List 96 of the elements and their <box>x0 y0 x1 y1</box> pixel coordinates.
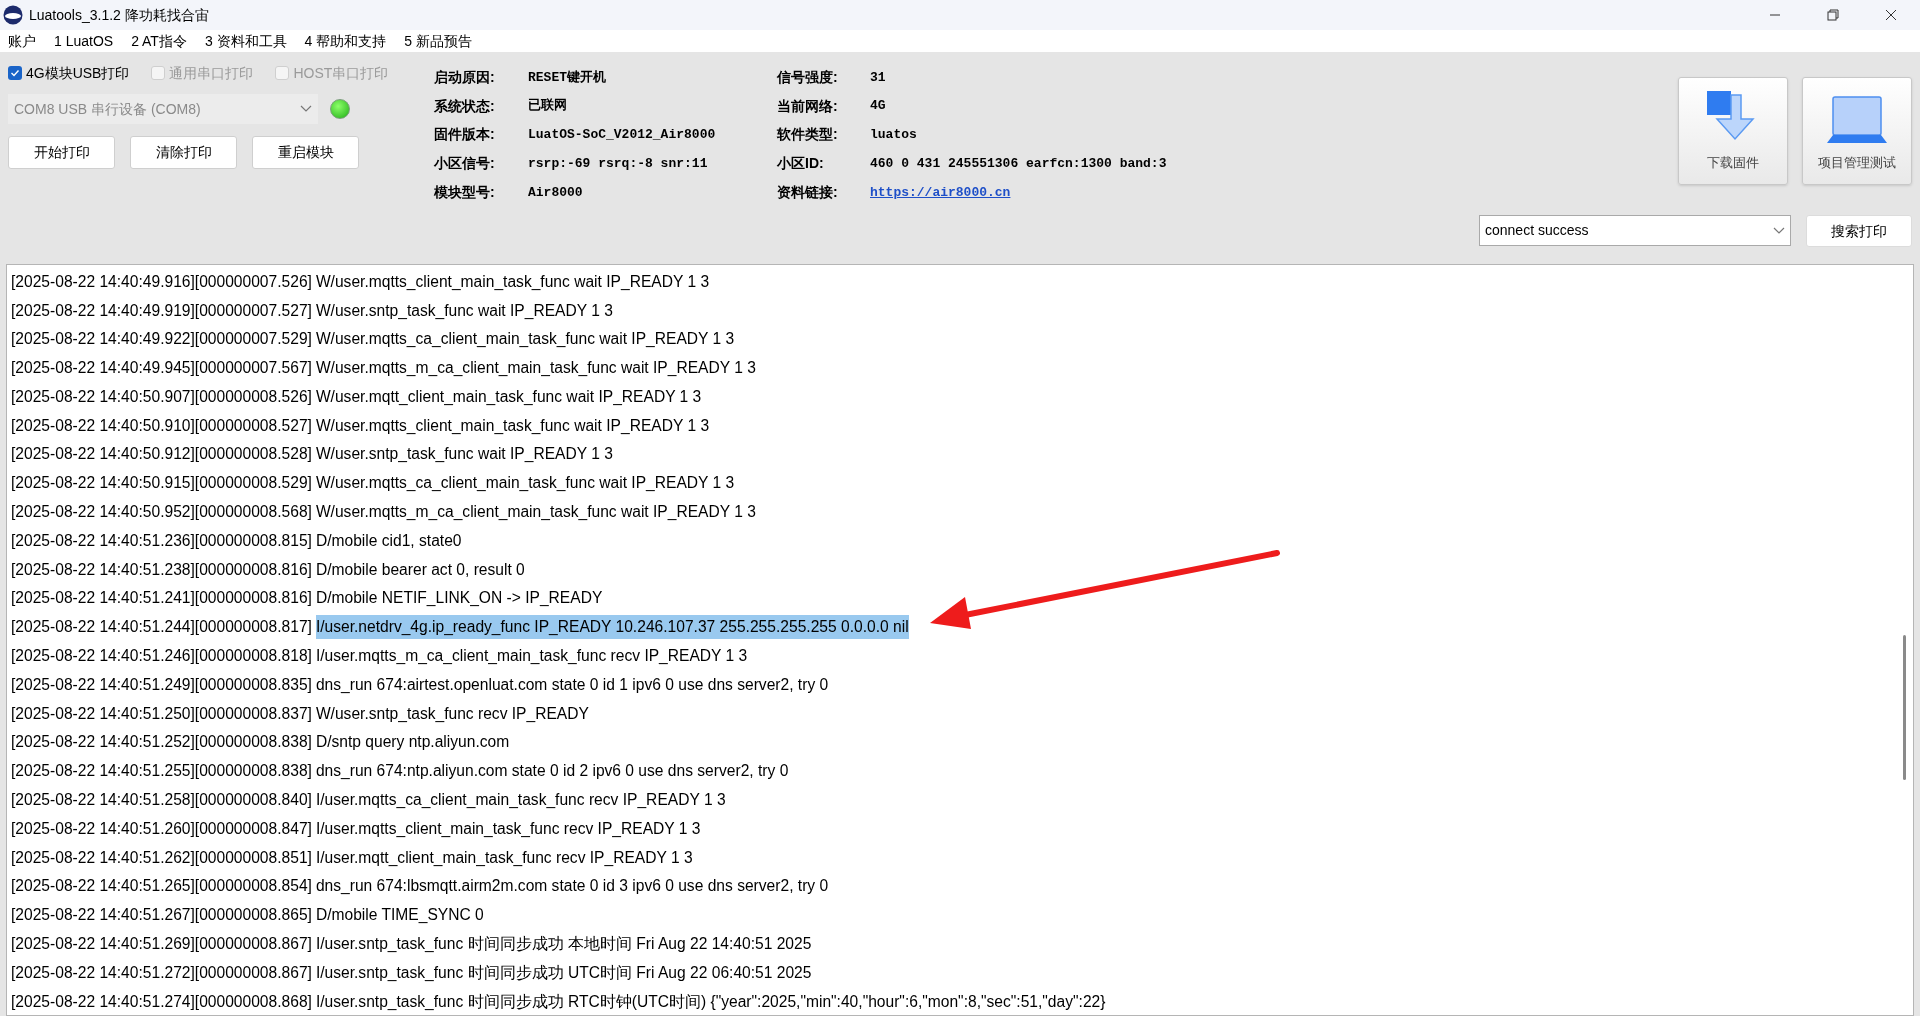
info-label: 信号强度: <box>777 67 839 87</box>
info-label: 资料链接: <box>777 183 839 203</box>
menu-item[interactable]: 2 AT指令 <box>131 30 187 52</box>
chevron-down-icon <box>1773 226 1785 235</box>
log-message[interactable]: W/user.mqtts_m_ca_client_main_task_func wait IP_READY 1 3 <box>315 500 756 524</box>
checkbox-label: 通用串口打印 <box>169 63 254 83</box>
info-value: Air8000 <box>528 183 583 202</box>
log-timestamp: [2025-08-22 14:40:51.249][000000008.835] <box>11 674 312 695</box>
log-message[interactable]: W/user.sntp_task_func wait IP_READY 1 3 <box>315 298 613 322</box>
log-message[interactable]: D/mobile TIME_SYNC 0 <box>315 903 484 927</box>
info-label: 系统状态: <box>434 96 496 116</box>
scrollbar-thumb[interactable] <box>1903 635 1906 780</box>
log-message[interactable]: dns_run 674:lbsmqtt.airm2m.com state 0 id 3 ipv6 0 use dns server2, try 0 <box>315 874 829 898</box>
info-label: 小区信号: <box>434 154 496 174</box>
info-label: 小区ID: <box>777 154 825 174</box>
log-message[interactable]: I/user.mqtts_m_ca_client_main_task_func recv IP_READY 1 3 <box>315 644 748 668</box>
log-timestamp: [2025-08-22 14:40:50.915][000000008.529] <box>11 473 312 494</box>
window-title: Luatools_3.1.2 降功耗找合宙 <box>29 5 209 25</box>
log-message[interactable]: D/mobile NETIF_LINK_ON -> IP_READY <box>315 586 603 610</box>
log-message[interactable]: I/user.sntp_task_func 时间同步成功 RTC时钟(UTC时间) {"year":2025,"min":40,"hour":6,"mon":8,"sec":51,"day":22} <box>315 989 1106 1013</box>
log-message[interactable]: D/mobile bearer act 0, result 0 <box>315 557 525 582</box>
menu-item[interactable]: 账户 <box>8 30 36 52</box>
log-message[interactable]: dns_run 674:ntp.aliyun.com state 0 id 2 ipv6 0 use dns server2, try 0 <box>315 759 789 783</box>
log-message[interactable]: I/user.mqtts_ca_client_main_task_func recv IP_READY 1 3 <box>315 788 726 812</box>
menu-item[interactable]: 1 LuatOS <box>54 30 114 52</box>
log-message[interactable]: W/user.mqtts_ca_client_main_task_func wait IP_READY 1 3 <box>315 327 735 351</box>
log-timestamp: [2025-08-22 14:40:51.262][000000008.851] <box>11 847 312 868</box>
info-value: 31 <box>870 68 886 87</box>
tile-button[interactable]: 项目管理测试 <box>1802 77 1912 185</box>
log-timestamp: [2025-08-22 14:40:49.945][000000007.567] <box>11 358 312 379</box>
log-message[interactable]: I/user.sntp_task_func 时间同步成功 UTC时间 Fri Aug 22 06:40:51 2025 <box>315 960 812 985</box>
log-message[interactable]: I/user.netdrv_4g.ip_ready_func IP_READY 10.246.107.37 255.255.255.255 0.0.0.0 nil <box>315 615 909 639</box>
info-value: 460 0 431 245551306 earfcn:1300 band:3 <box>870 155 1167 174</box>
laptop-icon <box>1825 94 1889 145</box>
log-message[interactable]: W/user.mqtts_client_main_task_func wait IP_READY 1 3 <box>315 269 710 294</box>
log-timestamp: [2025-08-22 14:40:51.265][000000008.854] <box>11 876 312 897</box>
menu-item[interactable]: 5 新品预告 <box>404 30 472 52</box>
log-timestamp: [2025-08-22 14:40:51.238][000000008.816] <box>11 559 312 580</box>
app-logo-icon <box>3 5 23 25</box>
log-timestamp: [2025-08-22 14:40:50.912][000000008.528] <box>11 444 312 465</box>
checkmark-icon <box>10 68 20 78</box>
log-timestamp: [2025-08-22 14:40:51.236][000000008.815] <box>11 530 312 551</box>
log-timestamp: [2025-08-22 14:40:51.274][000000008.868] <box>11 991 312 1012</box>
info-value: LuatOS-SoC_V2012_Air8000 <box>528 126 716 145</box>
log-message[interactable]: W/user.sntp_task_func recv IP_READY <box>315 701 589 726</box>
log-timestamp: [2025-08-22 14:40:49.919][000000007.527] <box>11 300 312 321</box>
log-timestamp: [2025-08-22 14:40:51.246][000000008.818] <box>11 646 312 667</box>
log-timestamp: [2025-08-22 14:40:50.910][000000008.527] <box>11 415 312 436</box>
action-button[interactable]: 重启模块 <box>252 136 359 169</box>
log-message[interactable]: W/user.mqtts_ca_client_main_task_func wait IP_READY 1 3 <box>315 471 735 495</box>
info-value: luatos <box>870 126 917 145</box>
log-timestamp: [2025-08-22 14:40:51.272][000000008.867] <box>11 962 312 983</box>
log-timestamp: [2025-08-22 14:40:50.952][000000008.568] <box>11 502 312 523</box>
menu-item[interactable]: 4 帮助和支持 <box>304 30 387 52</box>
log-timestamp: [2025-08-22 14:40:51.258][000000008.840] <box>11 790 312 811</box>
log-timestamp: [2025-08-22 14:40:51.267][000000008.865] <box>11 905 312 926</box>
log-message[interactable]: dns_run 674:airtest.openluat.com state 0 id 1 ipv6 0 use dns server2, try 0 <box>315 672 829 697</box>
info-value: 4G <box>870 97 886 116</box>
log-message[interactable]: W/user.sntp_task_func wait IP_READY 1 3 <box>315 442 613 466</box>
log-timestamp: [2025-08-22 14:40:49.922][000000007.529] <box>11 329 312 350</box>
log-timestamp: [2025-08-22 14:40:51.269][000000008.867] <box>11 934 312 955</box>
info-value: RESET键开机 <box>528 68 606 87</box>
info-value: 已联网 <box>528 97 567 116</box>
info-label: 模块型号: <box>434 183 496 203</box>
checkbox[interactable] <box>8 66 22 80</box>
log-message[interactable]: I/user.mqtts_client_main_task_func recv IP_READY 1 3 <box>315 816 701 841</box>
log-timestamp: [2025-08-22 14:40:51.241][000000008.816] <box>11 588 312 609</box>
log-message[interactable]: W/user.mqtt_client_main_task_func wait IP_READY 1 3 <box>315 384 702 409</box>
search-print-button[interactable]: 搜索打印 <box>1806 215 1912 247</box>
log-timestamp: [2025-08-22 14:40:51.255][000000008.838] <box>11 761 312 782</box>
info-label: 固件版本: <box>434 125 496 145</box>
log-message[interactable]: I/user.mqtt_client_main_task_func recv IP_READY 1 3 <box>315 845 693 870</box>
chevron-down-icon <box>300 105 312 113</box>
log-timestamp: [2025-08-22 14:40:51.250][000000008.837] <box>11 703 312 724</box>
checkbox-label: HOST串口打印 <box>293 63 389 83</box>
tile-button[interactable]: 下载固件 <box>1678 77 1788 185</box>
checkbox-label: 4G模块USB打印 <box>26 63 130 83</box>
info-value: rsrp:-69 rsrq:-8 snr:11 <box>528 155 708 174</box>
log-timestamp: [2025-08-22 14:40:51.252][000000008.838] <box>11 732 312 753</box>
search-select[interactable]: connect success <box>1479 215 1791 246</box>
action-button[interactable]: 开始打印 <box>8 136 115 169</box>
action-button[interactable]: 清除打印 <box>130 136 237 169</box>
log-message[interactable]: I/user.sntp_task_func 时间同步成功 本地时间 Fri Aug 22 14:40:51 2025 <box>315 932 812 956</box>
log-message[interactable]: W/user.mqtts_client_main_task_func wait IP_READY 1 3 <box>315 413 710 438</box>
log-timestamp: [2025-08-22 14:40:51.260][000000008.847] <box>11 818 312 839</box>
info-link[interactable]: https://air8000.cn <box>870 182 1011 203</box>
info-label: 软件类型: <box>777 125 839 145</box>
log-message[interactable]: D/mobile cid1, state0 <box>315 528 462 553</box>
log-timestamp: [2025-08-22 14:40:50.907][000000008.526] <box>11 386 312 407</box>
info-label: 当前网络: <box>777 96 839 116</box>
log-message[interactable]: W/user.mqtts_m_ca_client_main_task_func wait IP_READY 1 3 <box>315 356 756 380</box>
log-timestamp: [2025-08-22 14:40:51.244][000000008.817] <box>11 617 312 638</box>
info-label: 启动原因: <box>434 67 496 87</box>
log-timestamp: [2025-08-22 14:40:49.916][000000007.526] <box>11 271 312 292</box>
menu-item[interactable]: 3 资料和工具 <box>204 30 287 52</box>
log-message[interactable]: D/sntp query ntp.aliyun.com <box>315 730 510 754</box>
